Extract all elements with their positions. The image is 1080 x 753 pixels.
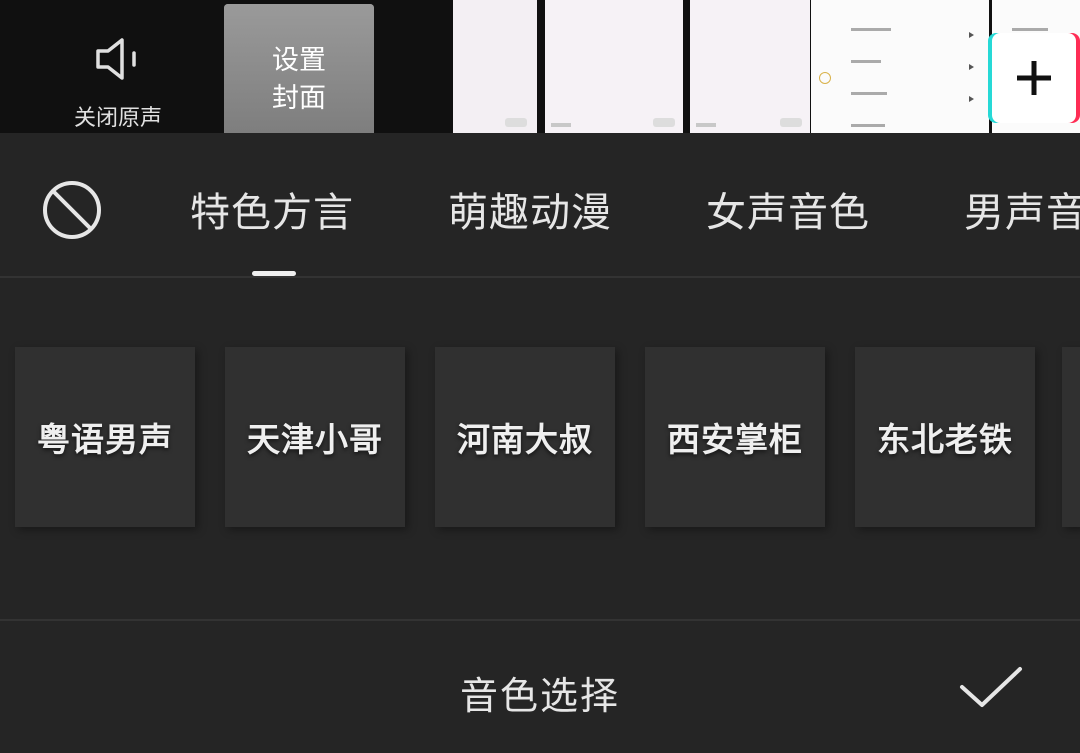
voice-list: 粤语男声 天津小哥 河南大叔 西安掌柜 东北老铁	[0, 347, 1080, 529]
voice-card-label: 天津小哥	[247, 420, 383, 459]
voice-card-label: 河南大叔	[457, 420, 593, 459]
voice-card[interactable]: 河南大叔	[435, 347, 615, 527]
tab-anime[interactable]: 萌趣动漫	[448, 180, 612, 238]
category-tabs: 特色方言 萌趣动漫 女声音色 男声音色	[0, 133, 1080, 278]
plus-icon	[1017, 61, 1051, 95]
voice-card[interactable]: 粤语男声	[15, 347, 195, 527]
voice-card[interactable]: 东北老铁	[855, 347, 1035, 527]
voice-panel: 特色方言 萌趣动漫 女声音色 男声音色 粤语男声 天津小哥 河南大叔 西安掌柜 …	[0, 133, 1080, 753]
tab-dialect[interactable]: 特色方言	[190, 180, 354, 238]
mute-original-audio-button[interactable]: 关闭原声	[55, 30, 181, 133]
mute-label: 关闭原声	[73, 106, 162, 131]
tab-female-voice[interactable]: 女声音色	[706, 180, 870, 238]
video-frame-2[interactable]	[545, 0, 683, 133]
video-frame-4[interactable]	[811, 0, 989, 133]
voice-card-partial[interactable]	[1062, 347, 1080, 527]
voice-card[interactable]: 西安掌柜	[645, 347, 825, 527]
panel-title: 音色选择	[459, 674, 620, 718]
timeline-strip: 关闭原声 设置 封面	[0, 0, 1080, 133]
voice-card-label: 西安掌柜	[667, 420, 803, 459]
video-frame-1[interactable]	[453, 0, 537, 133]
cover-label: 设置 封面	[224, 42, 374, 118]
tab-male-voice[interactable]: 男声音色	[964, 180, 1080, 238]
divider	[0, 619, 1080, 621]
voice-card-label: 粤语男声	[37, 420, 173, 459]
voice-card-label: 东北老铁	[877, 420, 1013, 459]
voice-card[interactable]: 天津小哥	[225, 347, 405, 527]
set-cover-button[interactable]: 设置 封面	[224, 4, 374, 133]
divider	[0, 276, 1080, 278]
video-frame-3[interactable]	[690, 0, 810, 133]
checkmark-icon[interactable]	[956, 663, 1026, 713]
cover-label-line2: 封面	[272, 83, 326, 114]
add-clip-button[interactable]	[992, 33, 1076, 123]
speaker-icon	[96, 38, 136, 80]
cover-label-line1: 设置	[272, 45, 326, 76]
no-effect-icon[interactable]	[42, 180, 102, 240]
